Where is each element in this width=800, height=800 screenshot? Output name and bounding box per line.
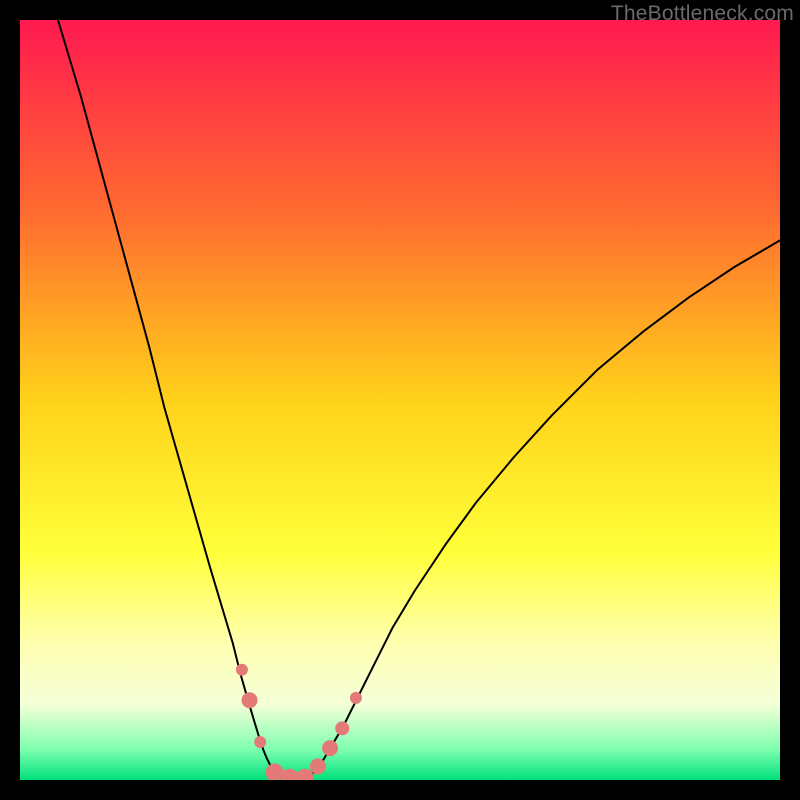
marker-point [310,758,326,774]
gradient-background [20,20,780,780]
marker-point [322,740,338,756]
marker-point [254,736,266,748]
watermark-text: TheBottleneck.com [611,2,794,26]
marker-point [242,692,258,708]
marker-point [236,664,248,676]
chart-frame [20,20,780,780]
chart-svg [20,20,780,780]
marker-point [350,692,362,704]
marker-point [335,721,349,735]
